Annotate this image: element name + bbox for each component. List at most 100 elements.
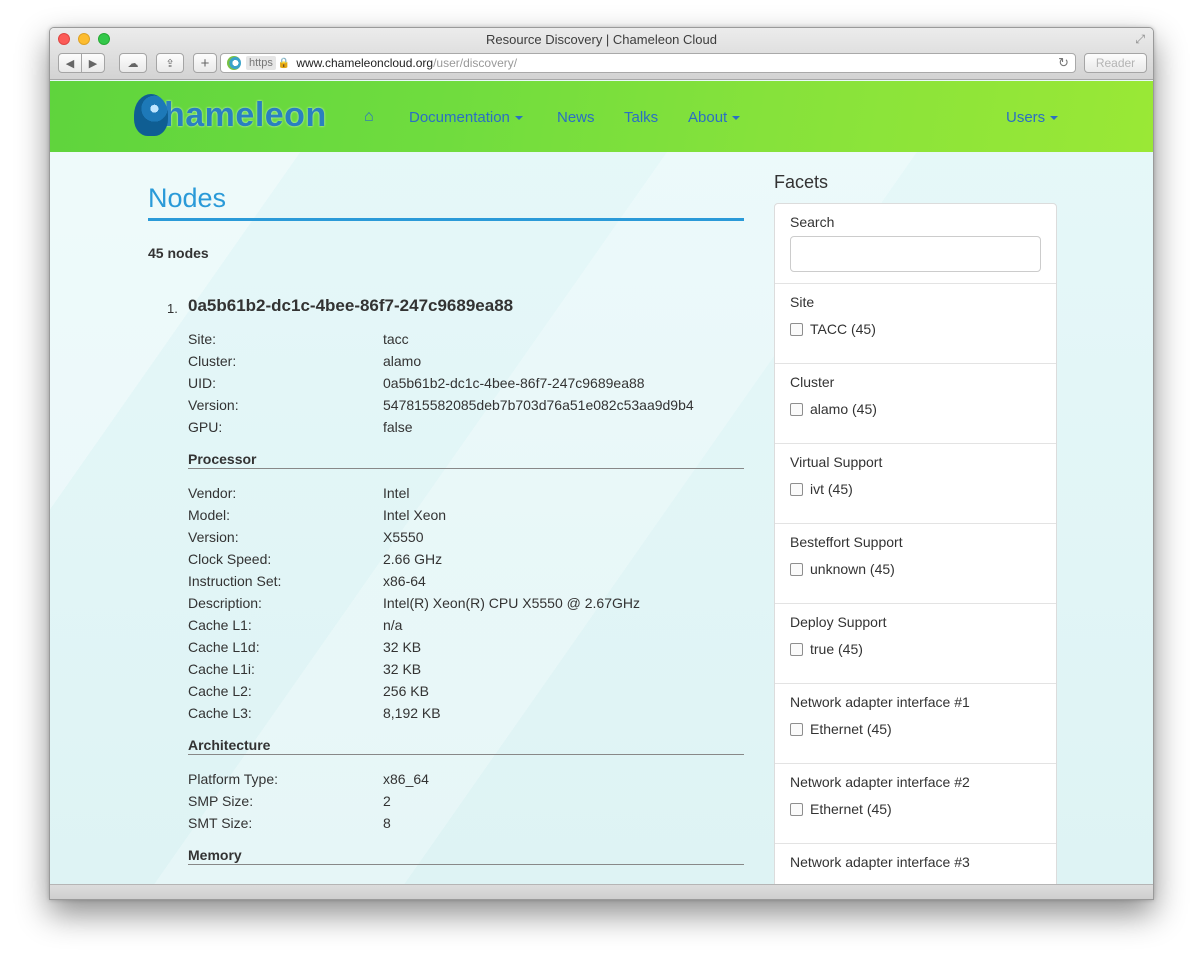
facets-panel: Search Site TACC (45) Cluster alamo (45)… bbox=[774, 203, 1057, 886]
property-value: 8,192 KB bbox=[383, 705, 441, 721]
property-key: Instruction Set: bbox=[188, 573, 282, 589]
facet-option-label: Ethernet (45) bbox=[810, 721, 892, 737]
icloud-tabs-button[interactable]: ☁ bbox=[119, 53, 147, 73]
facet-label: Network adapter interface #3 bbox=[790, 854, 970, 870]
checkbox[interactable] bbox=[790, 322, 803, 336]
property-row: Vendor: Intel bbox=[188, 482, 744, 504]
property-key: Cache L3: bbox=[188, 705, 252, 721]
facet-option[interactable]: Ethernet (45) bbox=[790, 801, 1041, 817]
facet-label: Deploy Support bbox=[790, 614, 887, 630]
facet-option[interactable]: unknown (45) bbox=[790, 561, 1041, 577]
property-row: Version: X5550 bbox=[188, 526, 744, 548]
chameleon-logo[interactable]: hameleon bbox=[134, 90, 327, 140]
node-item: 1. 0a5b61b2-dc1c-4bee-86f7-247c9689ea88 … bbox=[148, 296, 744, 865]
facet-label: Site bbox=[790, 294, 815, 310]
browser-window: Resource Discovery | Chameleon Cloud ⤢ ◀… bbox=[49, 27, 1154, 900]
nav-documentation[interactable]: Documentation bbox=[409, 109, 523, 126]
node-id: 0a5b61b2-dc1c-4bee-86f7-247c9689ea88 bbox=[188, 296, 514, 315]
property-row: Clock Speed: 2.66 GHz bbox=[188, 548, 744, 570]
facet-option-label: true (45) bbox=[810, 641, 863, 657]
search-label: Search bbox=[790, 214, 835, 230]
facet-label: Besteffort Support bbox=[790, 534, 903, 550]
property-value: 547815582085deb7b703d76a51e082c53aa9d9b4 bbox=[383, 397, 694, 413]
property-value: x86-64 bbox=[383, 573, 426, 589]
processor-properties: Vendor: Intel Model: Intel Xeon Version: X5… bbox=[188, 482, 744, 724]
checkbox[interactable] bbox=[790, 562, 803, 576]
property-row: SMP Size: 2 bbox=[188, 790, 744, 812]
property-key: Cache L2: bbox=[188, 683, 252, 699]
back-button[interactable]: ◀ bbox=[58, 53, 82, 73]
https-badge: https bbox=[246, 56, 276, 70]
checkbox[interactable] bbox=[790, 722, 803, 736]
memory-section-title: Memory bbox=[188, 847, 744, 865]
status-bar bbox=[50, 884, 1153, 899]
property-value: false bbox=[383, 419, 413, 435]
facet-option-label: TACC (45) bbox=[810, 321, 876, 337]
reader-button[interactable]: Reader bbox=[1084, 53, 1147, 73]
property-value: Intel bbox=[383, 485, 410, 501]
facet-label: Virtual Support bbox=[790, 454, 883, 470]
property-row: Platform Type: x86_64 bbox=[188, 768, 744, 790]
checkbox[interactable] bbox=[790, 642, 803, 656]
property-value: tacc bbox=[383, 331, 409, 347]
facet-network-adapter-1: Network adapter interface #1 Ethernet (4… bbox=[775, 684, 1056, 764]
fullscreen-icon[interactable]: ⤢ bbox=[1135, 32, 1145, 47]
architecture-properties: Platform Type: x86_64 SMP Size: 2 SMT Size… bbox=[188, 768, 744, 834]
site-favicon-icon bbox=[227, 56, 241, 70]
reload-icon[interactable]: ↻ bbox=[1058, 55, 1069, 71]
nav-news[interactable]: News bbox=[557, 109, 595, 126]
lock-icon: 🔒 bbox=[277, 57, 291, 69]
page-title: Nodes bbox=[148, 183, 744, 221]
facet-option[interactable]: true (45) bbox=[790, 641, 1041, 657]
property-key: Cache L1d: bbox=[188, 639, 260, 655]
facets-sidebar: Facets Search Site TACC (45) Cluster ala… bbox=[774, 172, 1057, 886]
new-tab-button[interactable]: + bbox=[193, 53, 217, 73]
nav-users[interactable]: Users bbox=[1006, 109, 1059, 126]
property-value: Intel(R) Xeon(R) CPU X5550 @ 2.67GHz bbox=[383, 595, 640, 611]
page-viewport: hameleon ⌂ Documentation News Talks Abou… bbox=[50, 81, 1153, 886]
share-button[interactable]: ⇪ bbox=[156, 53, 184, 73]
search-input[interactable] bbox=[790, 236, 1041, 272]
facet-option[interactable]: ivt (45) bbox=[790, 481, 1041, 497]
property-row: Instruction Set: x86-64 bbox=[188, 570, 744, 592]
architecture-section-title: Architecture bbox=[188, 737, 744, 755]
checkbox[interactable] bbox=[790, 802, 803, 816]
node-number: 1. bbox=[167, 301, 178, 316]
checkbox[interactable] bbox=[790, 402, 803, 416]
property-row: GPU: false bbox=[188, 416, 744, 438]
address-bar[interactable]: https 🔒 www.chameleoncloud.org/user/disc… bbox=[220, 53, 1076, 73]
property-row: Description: Intel(R) Xeon(R) CPU X5550 @… bbox=[188, 592, 744, 614]
property-row: Cluster: alamo bbox=[188, 350, 744, 372]
forward-button[interactable]: ▶ bbox=[81, 53, 105, 73]
property-value: 32 KB bbox=[383, 661, 422, 677]
caret-down-icon bbox=[514, 116, 523, 121]
general-properties: Site: tacc Cluster: alamo UID: 0a5b61b2-dc1… bbox=[188, 328, 744, 438]
facet-network-adapter-2: Network adapter interface #2 Ethernet (4… bbox=[775, 764, 1056, 844]
facet-option-label: unknown (45) bbox=[810, 561, 895, 577]
property-value: 32 KB bbox=[383, 639, 422, 655]
facet-option-label: ivt (45) bbox=[810, 481, 853, 497]
nodes-list: Nodes 45 nodes 1. 0a5b61b2-dc1c-4bee-86f… bbox=[148, 183, 744, 865]
node-count: 45 nodes bbox=[148, 245, 209, 261]
facet-option[interactable]: alamo (45) bbox=[790, 401, 1041, 417]
checkbox[interactable] bbox=[790, 482, 803, 496]
property-key: GPU: bbox=[188, 419, 223, 435]
url-host: www.chameleoncloud.org bbox=[296, 56, 434, 70]
logo-text: hameleon bbox=[164, 95, 327, 134]
facet-label: Network adapter interface #1 bbox=[790, 694, 970, 710]
property-key: Version: bbox=[188, 529, 239, 545]
home-icon[interactable]: ⌂ bbox=[364, 108, 374, 126]
property-row: Version: 547815582085deb7b703d76a51e082c5… bbox=[188, 394, 744, 416]
caret-down-icon bbox=[1050, 116, 1059, 121]
property-key: Vendor: bbox=[188, 485, 237, 501]
nav-about[interactable]: About bbox=[688, 109, 741, 126]
facet-option[interactable]: TACC (45) bbox=[790, 321, 1041, 337]
nav-talks[interactable]: Talks bbox=[624, 109, 658, 126]
property-value: x86_64 bbox=[383, 771, 429, 787]
property-row: Cache L1: n/a bbox=[188, 614, 744, 636]
nav-documentation-label: Documentation bbox=[409, 109, 510, 126]
facet-option[interactable]: Ethernet (45) bbox=[790, 721, 1041, 737]
property-row: Cache L3: 8,192 KB bbox=[188, 702, 744, 724]
property-key: SMP Size: bbox=[188, 793, 254, 809]
property-row: UID: 0a5b61b2-dc1c-4bee-86f7-247c9689ea88 bbox=[188, 372, 744, 394]
